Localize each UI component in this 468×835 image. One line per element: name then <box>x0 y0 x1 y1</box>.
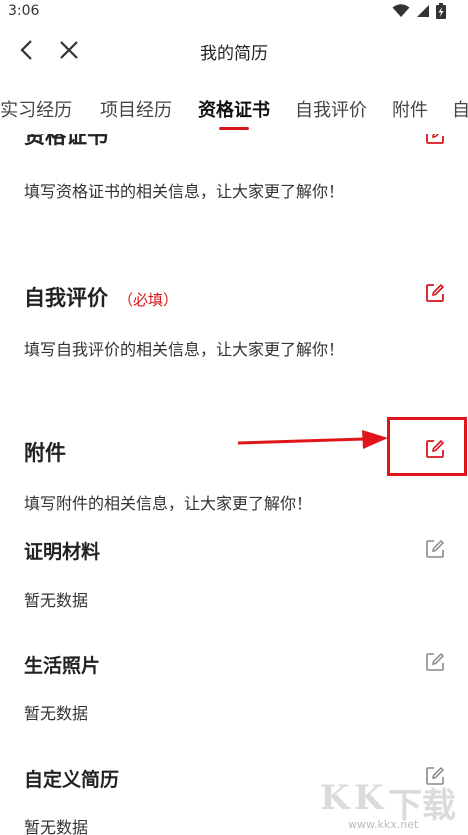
self-evaluation-edit-icon[interactable] <box>424 282 446 304</box>
tab-attachments[interactable]: 附件 <box>392 96 428 122</box>
title-bar: 我的简历 <box>0 24 468 76</box>
resume-screen: 3:06 我的简历 /实习经历 项目经历 资格证书 自我评价 附件 自 资格证书… <box>0 0 468 835</box>
certificate-edit-icon[interactable] <box>424 134 446 146</box>
watermark-letter: K <box>354 778 384 818</box>
status-bar: 3:06 <box>0 0 468 24</box>
life-photos-title: 生活照片 <box>24 655 101 677</box>
proof-materials-edit-icon[interactable] <box>424 538 446 560</box>
life-photos-empty: 暂无数据 <box>24 704 89 723</box>
self-evaluation-section-title: 自我评价 （必填） <box>24 282 178 312</box>
attachment-hint: 填写附件的相关信息，让大家更了解你！ <box>24 494 313 513</box>
certificate-hint: 填写资格证书的相关信息，让大家更了解你！ <box>24 182 345 201</box>
tab-projects[interactable]: 项目经历 <box>100 96 172 122</box>
section-tab-bar: /实习经历 项目经历 资格证书 自我评价 附件 自 <box>0 78 468 134</box>
watermark-letter: 载 <box>422 786 456 826</box>
battery-charging-icon <box>436 3 446 19</box>
self-evaluation-title-text: 自我评价 <box>24 286 108 310</box>
tab-certificates[interactable]: 资格证书 <box>198 96 270 122</box>
required-tag: （必填） <box>118 291 179 309</box>
status-icons <box>392 3 446 19</box>
watermark: K K 下 载 www.kkx.net <box>320 778 460 833</box>
proof-materials-title: 证明材料 <box>24 541 101 563</box>
attachment-edit-icon[interactable] <box>424 438 446 460</box>
life-photos-edit-icon[interactable] <box>424 651 446 673</box>
annotation-arrow-icon <box>237 430 388 449</box>
certificate-section-title: 资格证书 <box>24 134 108 148</box>
tab-custom[interactable]: 自 <box>452 96 468 122</box>
proof-materials-empty: 暂无数据 <box>24 591 89 610</box>
status-time: 3:06 <box>8 3 40 19</box>
self-evaluation-hint: 填写自我评价的相关信息，让大家更了解你！ <box>24 340 345 359</box>
attachment-section-title: 附件 <box>24 441 66 465</box>
custom-resume-empty: 暂无数据 <box>24 818 89 835</box>
page-title: 我的简历 <box>200 44 268 64</box>
wifi-icon <box>392 4 410 17</box>
watermark-letter: K <box>320 778 350 818</box>
watermark-url: www.kkx.net <box>348 818 419 831</box>
signal-icon <box>417 5 429 17</box>
resume-content[interactable]: 资格证书 填写资格证书的相关信息，让大家更了解你！ 自我评价 （必填） 填写自我评… <box>0 134 468 835</box>
tab-internship[interactable]: /实习经历 <box>0 96 72 122</box>
active-tab-indicator <box>219 127 249 130</box>
custom-resume-title: 自定义简历 <box>24 769 120 791</box>
tab-self-evaluation[interactable]: 自我评价 <box>295 96 367 122</box>
